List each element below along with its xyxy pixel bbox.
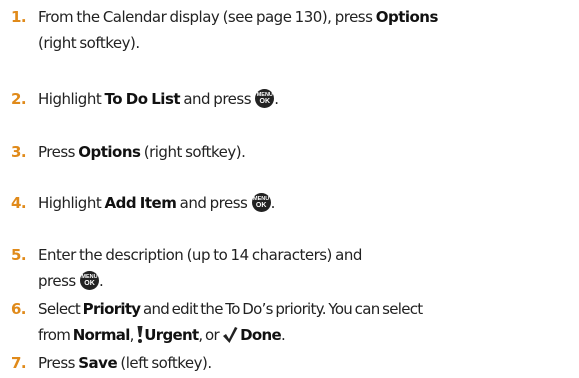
step-text-segment: and press [180,90,255,108]
priority-option-normal: Normal [72,326,131,344]
key-label-bottom: OK [84,280,95,287]
step-text-segment: Enter the description (up to 14 characte… [38,246,362,264]
step-text: Select Priority and edit the To Do’s pri… [38,296,575,352]
key-term-save: Save [78,354,118,372]
step-text-segment: Press [38,354,79,372]
menu-ok-key-icon: MENU OK [255,89,275,108]
key-term-priority: Priority [82,300,141,318]
separator: , [129,326,137,344]
step-text: Highlight To Do List and press MENU OK. [38,89,279,108]
step-text: Enter the description (up to 14 characte… [38,242,575,294]
priority-option-done: Done [240,326,282,344]
step-text-segment: Highlight [38,90,105,108]
step-text-segment: From the Calendar display (see page 130)… [38,8,376,26]
checkmark-icon [222,325,238,352]
step-text: Highlight Add Item and press MENU OK. [38,193,275,212]
key-label-bottom: OK [255,202,267,209]
key-label-bottom: OK [259,98,271,105]
menu-ok-key-icon: MENU OK [80,271,99,290]
step-number: 6. [11,300,26,318]
step-text-segment: Press [38,143,79,161]
menu-ok-key-icon: MENU OK [251,193,271,212]
step-text-segment: (left softkey). [117,354,212,372]
step-number: 7. [11,354,27,372]
step-number: 2. [11,90,27,108]
step-text: From the Calendar display (see page 130)… [38,4,575,56]
key-term-options: Options [375,8,439,26]
step-text-segment: from [38,326,73,344]
priority-option-urgent: Urgent [144,326,199,344]
step-text: Press Options (right softkey). [38,139,575,165]
step-text-segment: Select [38,300,83,318]
step-number: 1. [11,8,27,26]
step-number: 4. [11,194,27,212]
step-text: Press Save (left softkey). [38,350,575,376]
step-text-segment: and press [176,194,251,212]
step-number: 5. [11,246,27,264]
separator: , or [198,326,222,344]
step-text-segment: (right softkey). [38,34,140,52]
step-text-segment: Highlight [38,194,105,212]
key-term-options: Options [78,143,141,161]
step-text-segment: and edit the To Do’s priority. You can s… [140,300,423,318]
step-text-segment: press [38,272,79,290]
key-term-to-do-list: To Do List [104,90,181,108]
instruction-list: 1. From the Calendar display (see page 1… [0,0,579,378]
step-number: 3. [11,143,27,161]
step-text-segment: (right softkey). [140,143,246,161]
key-term-add-item: Add Item [104,194,177,212]
